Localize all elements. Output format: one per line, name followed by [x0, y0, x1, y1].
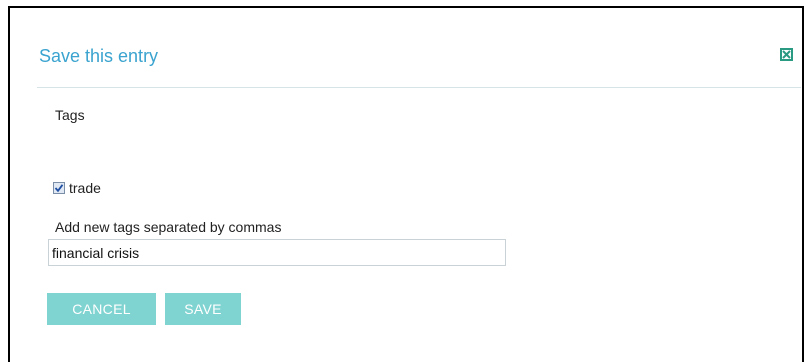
tags-heading: Tags [55, 107, 85, 123]
tag-item-trade[interactable]: trade [53, 180, 101, 196]
cancel-button[interactable]: CANCEL [47, 293, 156, 325]
tag-checkbox-trade[interactable] [53, 182, 65, 194]
new-tags-label: Add new tags separated by commas [55, 219, 282, 235]
title-divider [37, 87, 801, 88]
save-entry-dialog: Save this entry Tags trade Add new tags … [8, 6, 804, 362]
save-button[interactable]: SAVE [165, 293, 241, 325]
close-icon[interactable] [780, 48, 793, 61]
tag-label-trade: trade [69, 180, 101, 196]
dialog-title: Save this entry [39, 46, 159, 66]
checkmark-icon [54, 184, 64, 193]
new-tags-input[interactable] [48, 239, 506, 266]
